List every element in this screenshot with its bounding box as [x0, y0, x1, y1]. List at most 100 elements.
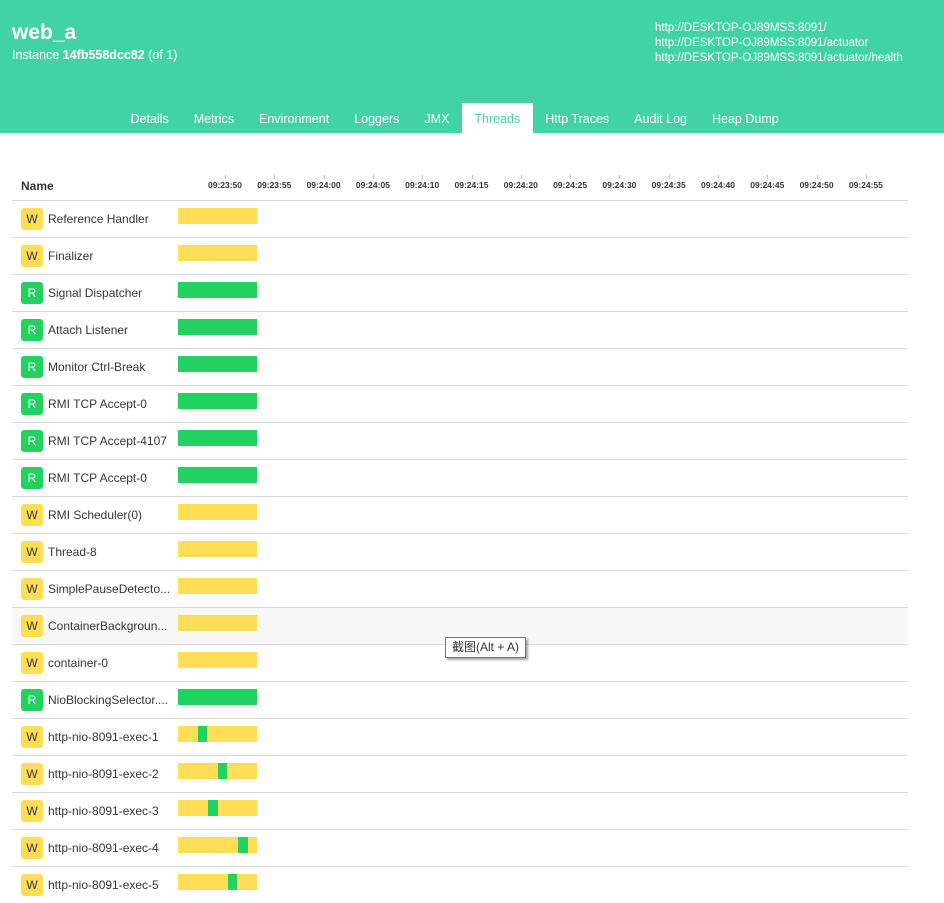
tab-jmx[interactable]: JMX	[412, 103, 462, 133]
thread-state-badge: W	[21, 504, 43, 526]
thread-state-badge: W	[21, 541, 43, 563]
management-url-link[interactable]: http://DESKTOP-OJ89MSS:8091/actuator	[655, 36, 903, 51]
runnable-segment	[178, 393, 257, 409]
waiting-segment	[178, 874, 228, 890]
thread-name: Thread-8	[48, 545, 97, 559]
time-tick-mark	[718, 175, 719, 179]
runnable-segment	[178, 282, 257, 298]
thread-timeline[interactable]	[178, 689, 257, 705]
thread-state-badge: R	[21, 430, 43, 452]
thread-name: Reference Handler	[48, 212, 149, 226]
thread-state-badge: R	[21, 282, 43, 304]
thread-name: container-0	[48, 656, 109, 670]
thread-name: RMI TCP Accept-0	[48, 397, 147, 411]
time-tick-mark	[767, 175, 769, 179]
app-header: web_a Instance 14fb558dcc82 (of 1) http:…	[0, 0, 944, 133]
tab-http-traces[interactable]: Http Traces	[533, 103, 622, 133]
time-tick-mark	[520, 175, 522, 179]
thread-timeline[interactable]	[178, 393, 257, 409]
thread-row[interactable]: W Thread-8	[12, 533, 908, 570]
time-tick-mark	[372, 175, 374, 179]
waiting-segment	[178, 652, 257, 668]
thread-timeline[interactable]	[178, 208, 257, 224]
thread-name: http-nio-8091-exec-4	[48, 841, 159, 855]
waiting-segment	[178, 541, 257, 557]
thread-timeline[interactable]	[178, 578, 257, 594]
thread-row[interactable]: R Attach Listener	[12, 311, 908, 348]
thread-timeline[interactable]	[178, 356, 257, 372]
time-tick-mark	[422, 175, 424, 179]
thread-row[interactable]: Whttp-nio-8091-exec-3	[12, 792, 908, 829]
thread-name: http-nio-8091-exec-3	[48, 804, 159, 818]
thread-state-badge: R	[21, 467, 43, 489]
thread-row[interactable]: W Finalizer	[12, 237, 908, 274]
thread-row[interactable]: Whttp-nio-8091-exec-5	[12, 866, 908, 903]
thread-timeline[interactable]	[178, 467, 257, 483]
thread-name: RMI Scheduler(0)	[48, 508, 143, 522]
thread-name: http-nio-8091-exec-5	[48, 878, 159, 892]
thread-row[interactable]: W SimplePauseDetecto...	[12, 570, 908, 607]
tab-loggers[interactable]: Loggers	[342, 103, 412, 133]
thread-timeline[interactable]	[178, 282, 257, 298]
waiting-segment	[178, 245, 257, 261]
thread-timeline[interactable]	[178, 319, 257, 335]
thread-state-badge: R	[21, 356, 43, 378]
waiting-segment	[178, 208, 257, 224]
thread-timeline[interactable]	[178, 874, 257, 890]
time-tick-mark	[668, 175, 670, 179]
instance-tabs: Details Metrics Environment Loggers JMX …	[118, 103, 791, 133]
thread-row[interactable]: R NioBlockingSelector....	[12, 681, 908, 718]
thread-name: http-nio-8091-exec-1	[48, 730, 159, 744]
waiting-segment	[237, 874, 257, 890]
thread-timeline[interactable]	[178, 726, 257, 742]
tab-details[interactable]: Details	[118, 103, 181, 133]
runnable-segment	[178, 319, 257, 335]
thread-timeline[interactable]	[178, 245, 257, 261]
thread-row[interactable]: R RMI TCP Accept-0	[12, 459, 908, 496]
thread-state-badge: W	[21, 763, 43, 785]
thread-row[interactable]: Whttp-nio-8091-exec-4	[12, 829, 908, 866]
runnable-segment	[178, 467, 257, 483]
thread-row[interactable]: Whttp-nio-8091-exec-1	[12, 718, 908, 755]
thread-row[interactable]: R RMI TCP Accept-0	[12, 385, 908, 422]
tab-threads[interactable]: Threads	[461, 103, 533, 133]
instance-id: 14fb558dcc82	[62, 48, 145, 62]
thread-timeline[interactable]	[178, 504, 257, 520]
tab-metrics[interactable]: Metrics	[181, 103, 246, 133]
application-name: web_a	[12, 21, 77, 44]
thread-state-badge: R	[21, 689, 43, 711]
thread-timeline[interactable]	[178, 763, 257, 779]
waiting-segment	[178, 763, 218, 779]
tab-heap-dump[interactable]: Heap Dump	[699, 103, 791, 133]
thread-state-badge: W	[21, 652, 43, 674]
health-url-link[interactable]: http://DESKTOP-OJ89MSS:8091/actuator/hea…	[655, 51, 903, 66]
thread-state-badge: W	[21, 245, 43, 267]
thread-timeline[interactable]	[178, 800, 257, 816]
waiting-segment	[207, 726, 257, 742]
thread-name: Attach Listener	[48, 323, 129, 337]
thread-row[interactable]: R Monitor Ctrl-Break	[12, 348, 908, 385]
threads-table: W Reference Handler W Finalizer R Signal Disp…	[12, 200, 908, 903]
thread-timeline[interactable]	[178, 541, 257, 557]
thread-timeline[interactable]	[178, 430, 257, 446]
service-url-link[interactable]: http://DESKTOP-OJ89MSS:8091/	[655, 21, 903, 36]
thread-row[interactable]: W RMI Scheduler(0)	[12, 496, 908, 533]
thread-row[interactable]: R RMI TCP Accept-4107	[12, 422, 908, 459]
thread-row[interactable]: W Reference Handler	[12, 200, 908, 237]
thread-name: Signal Dispatcher	[48, 286, 143, 300]
thread-row[interactable]: Whttp-nio-8091-exec-2	[12, 755, 908, 792]
time-tick-mark	[816, 175, 818, 179]
thread-name: NioBlockingSelector....	[48, 693, 169, 707]
thread-state-badge: W	[21, 726, 43, 748]
runnable-segment	[178, 356, 257, 372]
thread-row[interactable]: R Signal Dispatcher	[12, 274, 908, 311]
tab-audit-log[interactable]: Audit Log	[622, 103, 700, 133]
thread-timeline[interactable]	[178, 652, 257, 668]
thread-timeline[interactable]	[178, 837, 257, 853]
thread-name: RMI TCP Accept-4107	[48, 434, 167, 448]
thread-state-badge: R	[21, 319, 43, 341]
thread-timeline[interactable]	[178, 615, 257, 631]
screenshot-tooltip: 截图(Alt + A)	[445, 637, 527, 658]
tab-environment[interactable]: Environment	[247, 103, 342, 133]
thread-state-badge: W	[21, 615, 43, 637]
